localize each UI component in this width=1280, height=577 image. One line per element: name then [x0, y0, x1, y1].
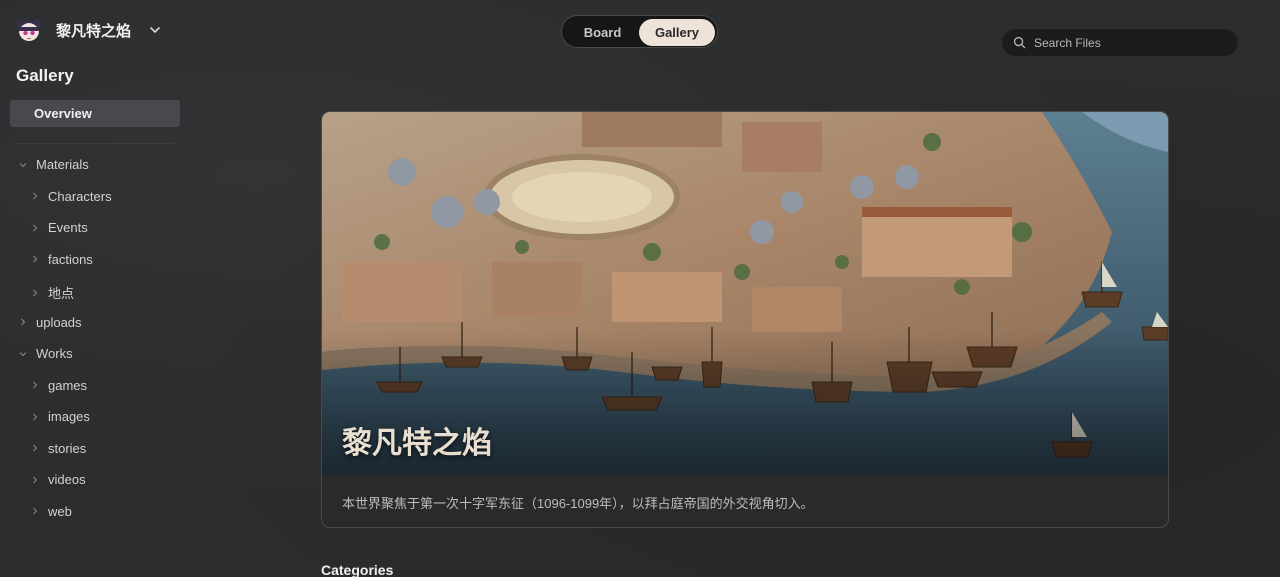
hero-description: 本世界聚焦于第一次十字军东征（1096-1099年），以拜占庭帝国的外交视角切入…	[342, 496, 814, 511]
sidebar-item-events[interactable]: Events	[31, 220, 88, 235]
chevron-right-icon	[33, 507, 38, 515]
chevron-right-icon	[33, 192, 38, 200]
chevron-right-icon	[33, 413, 38, 420]
sidebar-item-label: Materials	[36, 157, 89, 172]
chevron-right-icon	[33, 381, 38, 389]
workspace-switcher[interactable]: 黎凡特之焰	[16, 17, 161, 43]
hero-card[interactable]: 黎凡特之焰 本世界聚焦于第一次十字军东征（1096-1099年），以拜占庭帝国的…	[321, 111, 1169, 528]
sidebar: 黎凡特之焰 Gallery Overview Materials Characte…	[0, 0, 190, 577]
chevron-down-icon	[19, 162, 27, 167]
sidebar-item-videos[interactable]: videos	[31, 472, 86, 487]
chevron-down-icon	[150, 27, 160, 34]
sidebar-item-characters[interactable]: Characters	[31, 189, 112, 204]
sidebar-item-games[interactable]: games	[31, 378, 87, 393]
tab-gallery[interactable]: Gallery	[639, 19, 715, 46]
avatar-girl-icon	[16, 19, 42, 41]
sidebar-title: Gallery	[16, 66, 74, 85]
sidebar-item-label: factions	[48, 251, 93, 267]
sidebar-item-label: images	[48, 409, 90, 424]
sidebar-item-images[interactable]: images	[31, 409, 90, 424]
chevron-right-icon	[33, 289, 38, 296]
sidebar-item-label: 地点	[48, 286, 75, 301]
chevron-right-icon	[21, 318, 26, 326]
chevron-right-icon	[33, 255, 38, 263]
sidebar-item-label: Events	[48, 220, 88, 235]
sidebar-item-stories[interactable]: stories	[31, 441, 86, 456]
sidebar-item-label: web	[48, 503, 72, 519]
sidebar-item-materials[interactable]: Materials	[19, 157, 89, 172]
sidebar-item--[interactable]: 地点	[31, 283, 74, 302]
categories-heading: Categories	[321, 562, 394, 577]
sidebar-item-works[interactable]: Works	[19, 346, 73, 361]
sidebar-item-label: videos	[48, 472, 86, 487]
sidebar-item-label: stories	[48, 440, 87, 456]
sidebar-divider	[16, 143, 174, 144]
sidebar-item-factions[interactable]: factions	[31, 252, 93, 267]
sidebar-item-label: uploads	[36, 314, 82, 330]
search-box[interactable]	[1001, 28, 1239, 57]
workspace-name: 黎凡特之焰	[56, 22, 132, 40]
sidebar-item-web[interactable]: web	[31, 504, 72, 519]
chevron-right-icon	[33, 444, 38, 452]
chevron-right-icon	[33, 476, 38, 483]
sidebar-item-label: Characters	[48, 188, 112, 204]
search-input[interactable]	[1034, 35, 1224, 50]
sidebar-item-label: games	[48, 377, 88, 393]
chevron-down-icon	[19, 351, 27, 356]
sidebar-item-overview[interactable]: Overview	[10, 100, 180, 127]
tab-board[interactable]: Board	[566, 19, 639, 46]
search-icon	[1013, 36, 1026, 49]
sidebar-item-label: Works	[36, 346, 73, 361]
sidebar-item-uploads[interactable]: uploads	[19, 315, 82, 330]
view-switcher: Board Gallery	[561, 15, 718, 48]
hero-title: 黎凡特之焰	[342, 427, 492, 460]
chevron-right-icon	[33, 224, 38, 231]
